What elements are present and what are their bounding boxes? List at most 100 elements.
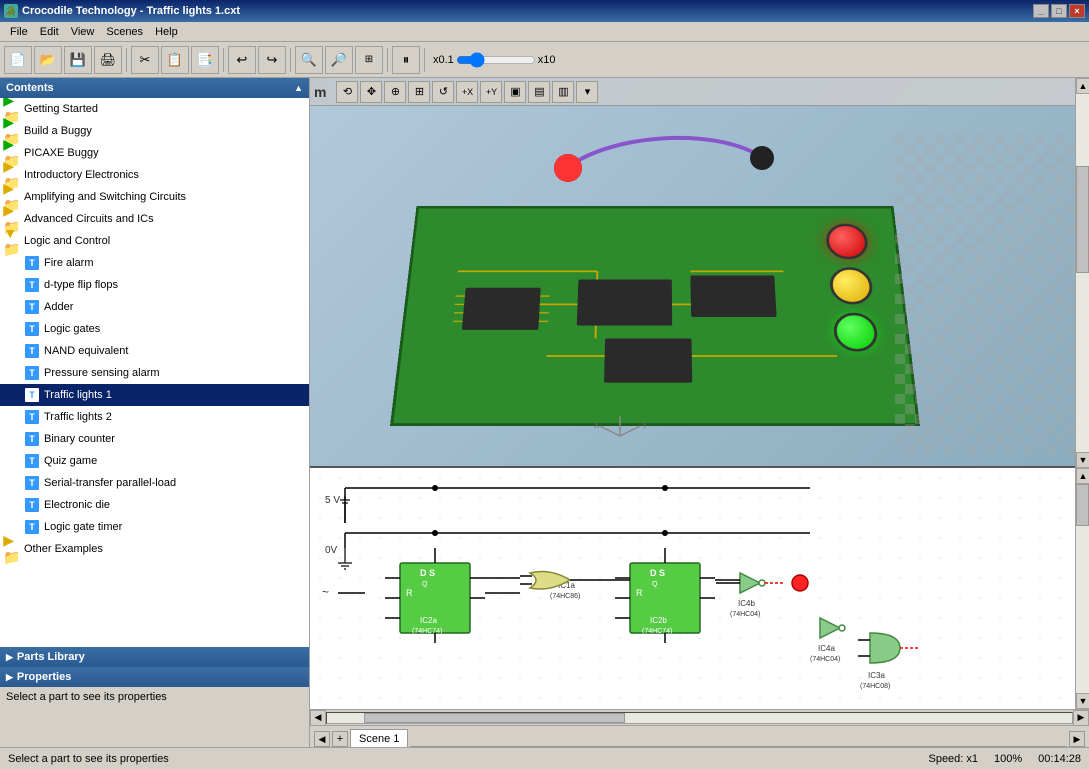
properties-text: Select a part to see its properties [6,691,167,703]
3d-btn-view2[interactable]: ▤ [528,81,550,103]
menu-scenes[interactable]: Scenes [100,25,149,39]
t-icon: T [24,299,40,315]
axis-indicator: Y X [590,406,650,446]
schematic-scroll-track[interactable] [1076,484,1089,693]
tree-item-electronic-die[interactable]: T Electronic die [0,494,309,516]
tree-item-amplifying[interactable]: ▶📁 Amplifying and Switching Circuits [0,186,309,208]
svg-text:(74HC08): (74HC08) [860,683,890,690]
tree-item-binary-counter[interactable]: T Binary counter [0,428,309,450]
schematic-scroll-down[interactable]: ▼ [1076,693,1089,709]
contents-expand-icon[interactable]: ▲ [294,83,303,93]
menu-view[interactable]: View [65,25,101,39]
svg-text:0V: 0V [325,545,338,556]
3d-btn-reset[interactable]: ↺ [432,81,454,103]
paste-button[interactable]: 📑 [191,46,219,74]
schematic-scroll-up[interactable]: ▲ [1076,468,1089,484]
zoom-fit-button[interactable]: ⊞ [355,46,383,74]
parts-library-label: Parts Library [17,651,85,663]
save-button[interactable]: 💾 [64,46,92,74]
tree-item-quiz-game[interactable]: T Quiz game [0,450,309,472]
tree-item-serial-transfer[interactable]: T Serial-transfer parallel-load [0,472,309,494]
tree-item-logic-control[interactable]: ▼📁 Logic and Control [0,230,309,252]
zoom-in-button[interactable]: 🔍 [295,46,323,74]
svg-text:(74HC86): (74HC86) [550,593,580,600]
menubar: File Edit View Scenes Help [0,22,1089,42]
svg-text:IC2a: IC2a [420,616,437,625]
tree-item-nand-equivalent[interactable]: T NAND equivalent [0,340,309,362]
pause-button[interactable]: ⏸ [392,46,420,74]
3d-btn-view1[interactable]: ▣ [504,81,526,103]
t-icon: T [24,277,40,293]
print-button[interactable]: 🖨 [94,46,122,74]
t-icon: T [24,409,40,425]
svg-text:IC4a: IC4a [818,644,835,653]
3d-scroll-track[interactable] [1076,94,1089,452]
tree-item-traffic-lights-2[interactable]: T Traffic lights 2 [0,406,309,428]
svg-text:(74HC04): (74HC04) [730,611,760,618]
tab-arrow-left[interactable]: ◀ [314,731,330,747]
3d-btn-zoom[interactable]: ⊕ [384,81,406,103]
zoom-out-button[interactable]: 🔎 [325,46,353,74]
tree-item-advanced[interactable]: ▶📁 Advanced Circuits and ICs [0,208,309,230]
schematic-scroll-right[interactable]: ▶ [1073,710,1089,726]
3d-scroll-up[interactable]: ▲ [1076,78,1089,94]
tree-item-fire-alarm[interactable]: T Fire alarm [0,252,309,274]
close-button[interactable]: × [1069,4,1085,18]
schematic-scroll-thumb[interactable] [1076,484,1089,526]
menu-help[interactable]: Help [149,25,184,39]
3d-btn-fit[interactable]: ⊞ [408,81,430,103]
speed-slider[interactable] [456,52,536,68]
redo-button[interactable]: ↪ [258,46,286,74]
tree-item-dtype-flip-flops[interactable]: T d-type flip flops [0,274,309,296]
tree-item-other-examples[interactable]: ▶📁 Other Examples [0,538,309,560]
tree-item-adder[interactable]: T Adder [0,296,309,318]
tree-item-getting-started[interactable]: ▶📁 Getting Started [0,98,309,120]
svg-text:IC2b: IC2b [650,616,667,625]
properties-header[interactable]: ▶ Properties [0,667,309,687]
tree-item-picaxe-buggy[interactable]: ▶📁 PICAXE Buggy [0,142,309,164]
statusbar-left-text: Select a part to see its properties [8,753,920,765]
statusbar: Select a part to see its properties Spee… [0,747,1089,769]
tree-item-traffic-lights-1[interactable]: T Traffic lights 1 [0,384,309,406]
new-button[interactable]: 📄 [4,46,32,74]
tree-item-logic-gates[interactable]: T Logic gates [0,318,309,340]
3d-btn-menu[interactable]: ▾ [576,81,598,103]
t-icon: T [24,475,40,491]
3d-btn-view3[interactable]: ▥ [552,81,574,103]
tl-green [832,313,879,352]
3d-btn-pan[interactable]: ✥ [360,81,382,103]
open-button[interactable]: 📂 [34,46,62,74]
parts-library-header[interactable]: ▶ Parts Library [0,647,309,667]
window-controls[interactable]: _ □ × [1033,4,1085,18]
schematic-scroll-left[interactable]: ◀ [310,710,326,726]
tab-arrow-right[interactable]: ▶ [1069,731,1085,747]
3d-btn-x[interactable]: +X [456,81,478,103]
3d-btn-y[interactable]: +Y [480,81,502,103]
schematic-scroll-track-h[interactable] [326,712,1073,724]
parts-library-arrow: ▶ [6,652,13,663]
3d-v-scrollbar: ▲ ▼ [1075,78,1089,468]
tab-scene1[interactable]: Scene 1 [350,729,408,747]
toolbar-separator-4 [387,48,388,72]
tree-item-pressure-alarm[interactable]: T Pressure sensing alarm [0,362,309,384]
undo-button[interactable]: ↩ [228,46,256,74]
view3d-m-label: m [314,84,326,100]
tree-item-intro-electronics[interactable]: ▶📁 Introductory Electronics [0,164,309,186]
tree-item-build-buggy[interactable]: ▶📁 Build a Buggy [0,120,309,142]
maximize-button[interactable]: □ [1051,4,1067,18]
3d-scroll-down[interactable]: ▼ [1076,452,1089,468]
titlebar-left: 🐊 Crocodile Technology - Traffic lights … [4,4,240,18]
schematic-v-scrollbar: ▲ ▼ [1075,468,1089,709]
cut-button[interactable]: ✂ [131,46,159,74]
copy-button[interactable]: 📋 [161,46,189,74]
menu-file[interactable]: File [4,25,34,39]
tree-item-logic-gate-timer[interactable]: T Logic gate timer [0,516,309,538]
schematic-scroll-thumb-h[interactable] [364,713,625,723]
main-layout: Contents ▲ ▶📁 Getting Started ▶📁 Build a… [0,78,1089,747]
speed-min-label: x0.1 [433,54,454,66]
3d-btn-rotate[interactable]: ⟲ [336,81,358,103]
3d-scroll-thumb[interactable] [1076,166,1089,273]
tab-add[interactable]: + [332,731,348,747]
minimize-button[interactable]: _ [1033,4,1049,18]
menu-edit[interactable]: Edit [34,25,65,39]
